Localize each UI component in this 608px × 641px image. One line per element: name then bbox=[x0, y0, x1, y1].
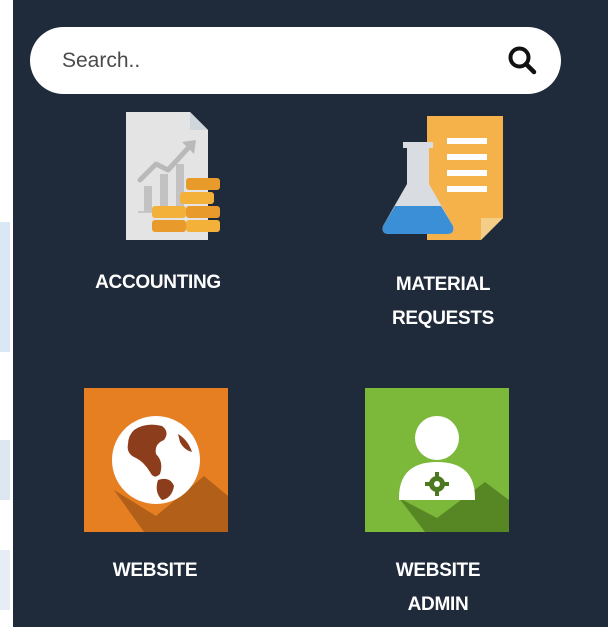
app-launcher-panel: ACCOUNTING MATERIAL REQUESTS bbox=[13, 0, 608, 627]
app-label: REQUESTS bbox=[391, 308, 495, 329]
background-decoration bbox=[0, 440, 10, 500]
app-label: ADMIN bbox=[407, 594, 469, 615]
website-icon bbox=[84, 388, 228, 532]
app-tile-material-requests[interactable]: MATERIAL REQUESTS bbox=[343, 108, 543, 338]
website-admin-icon bbox=[365, 388, 509, 532]
search-bar bbox=[30, 27, 561, 94]
app-tile-website[interactable]: WEBSITE bbox=[55, 388, 255, 588]
background-decoration bbox=[0, 222, 10, 352]
background-decoration bbox=[0, 550, 10, 610]
app-tile-accounting[interactable]: ACCOUNTING bbox=[58, 108, 258, 308]
app-label: WEBSITE bbox=[112, 560, 198, 581]
app-tile-website-admin[interactable]: WEBSITE ADMIN bbox=[338, 388, 538, 628]
material-requests-icon bbox=[371, 108, 515, 252]
bottom-strip bbox=[0, 627, 608, 641]
search-icon[interactable] bbox=[507, 45, 537, 75]
app-label: MATERIAL bbox=[395, 274, 491, 295]
app-label: ACCOUNTING bbox=[95, 272, 221, 293]
app-label: WEBSITE bbox=[395, 560, 481, 581]
accounting-icon bbox=[86, 108, 230, 252]
search-input[interactable] bbox=[60, 41, 484, 81]
